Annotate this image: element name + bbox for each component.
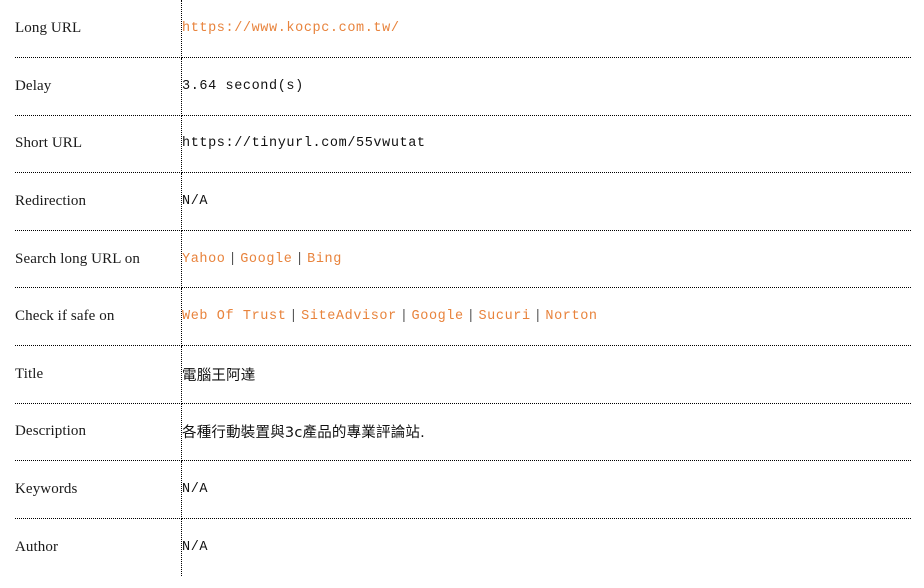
row-label: Delay <box>15 57 182 116</box>
service-link[interactable]: SiteAdvisor <box>301 309 397 324</box>
row-value[interactable]: Web Of Trust | SiteAdvisor | Google | Sucuri | N… <box>181 287 911 347</box>
row-value-text: N/A <box>182 194 209 210</box>
row-value-text: 各種行動裝置與3c產品的專業評論站. <box>182 425 425 442</box>
row-label: Title <box>15 345 182 404</box>
row-value-text: https://tinyurl.com/55vwutat <box>182 136 426 152</box>
row-value: N/A <box>181 460 911 519</box>
service-link[interactable]: Google <box>240 252 292 267</box>
link-separator: | <box>466 309 476 325</box>
row-label: Author <box>15 518 182 576</box>
link-separator: | <box>228 251 238 267</box>
table-row: Redirection N/A <box>15 172 911 231</box>
row-value-text: 電腦王阿達 <box>182 367 256 384</box>
link-separator: | <box>399 309 409 325</box>
service-link[interactable]: Google <box>412 309 464 324</box>
link-separator: | <box>533 309 543 325</box>
row-value: 電腦王阿達 <box>181 345 911 404</box>
link-separator: | <box>295 251 305 267</box>
table-row: Keywords N/A <box>15 460 911 519</box>
row-value[interactable]: Yahoo | Google | Bing <box>181 230 911 289</box>
service-link[interactable]: Yahoo <box>182 252 226 267</box>
table-row: Short URL https://tinyurl.com/55vwutat <box>15 115 911 174</box>
link-separator: | <box>289 309 299 325</box>
row-label: Redirection <box>15 172 182 231</box>
row-value-text: N/A <box>182 482 209 498</box>
row-label: Check if safe on <box>15 287 182 347</box>
table-row: Title 電腦王阿達 <box>15 345 911 404</box>
row-label: Description <box>15 403 182 462</box>
row-value-text: 3.64 second(s) <box>182 78 304 94</box>
row-value: https://tinyurl.com/55vwutat <box>181 115 911 174</box>
url-info-table: Long URL https://www.kocpc.com.tw/Delay 3.… <box>15 0 911 576</box>
row-label: Long URL <box>15 0 182 59</box>
service-link[interactable]: Bing <box>307 252 342 267</box>
service-link[interactable]: Sucuri <box>478 309 530 324</box>
row-label: Short URL <box>15 115 182 174</box>
table-row: Author N/A <box>15 518 911 576</box>
table-row: Search long URL on Yahoo | Google | Bing <box>15 230 911 289</box>
row-value: 各種行動裝置與3c產品的專業評論站. <box>181 403 911 462</box>
service-link[interactable]: Norton <box>545 309 597 324</box>
service-link[interactable]: Web Of Trust <box>182 309 286 324</box>
row-value: N/A <box>182 518 912 576</box>
table-row: Description 各種行動裝置與3c產品的專業評論站. <box>15 403 911 462</box>
row-value: N/A <box>181 172 911 231</box>
long-url-link[interactable]: https://www.kocpc.com.tw/ <box>182 21 400 36</box>
row-value: 3.64 second(s) <box>181 57 911 116</box>
table-row: Check if safe on Web Of Trust | SiteAdvisor… <box>15 287 911 347</box>
table-row: Delay 3.64 second(s) <box>15 57 911 116</box>
row-label: Keywords <box>15 460 182 519</box>
url-info-table-body: Long URL https://www.kocpc.com.tw/Delay 3.… <box>15 0 911 576</box>
table-row: Long URL https://www.kocpc.com.tw/ <box>15 0 911 59</box>
row-value[interactable]: https://www.kocpc.com.tw/ <box>181 0 911 59</box>
row-label: Search long URL on <box>15 230 182 289</box>
row-value-text: N/A <box>182 539 209 555</box>
